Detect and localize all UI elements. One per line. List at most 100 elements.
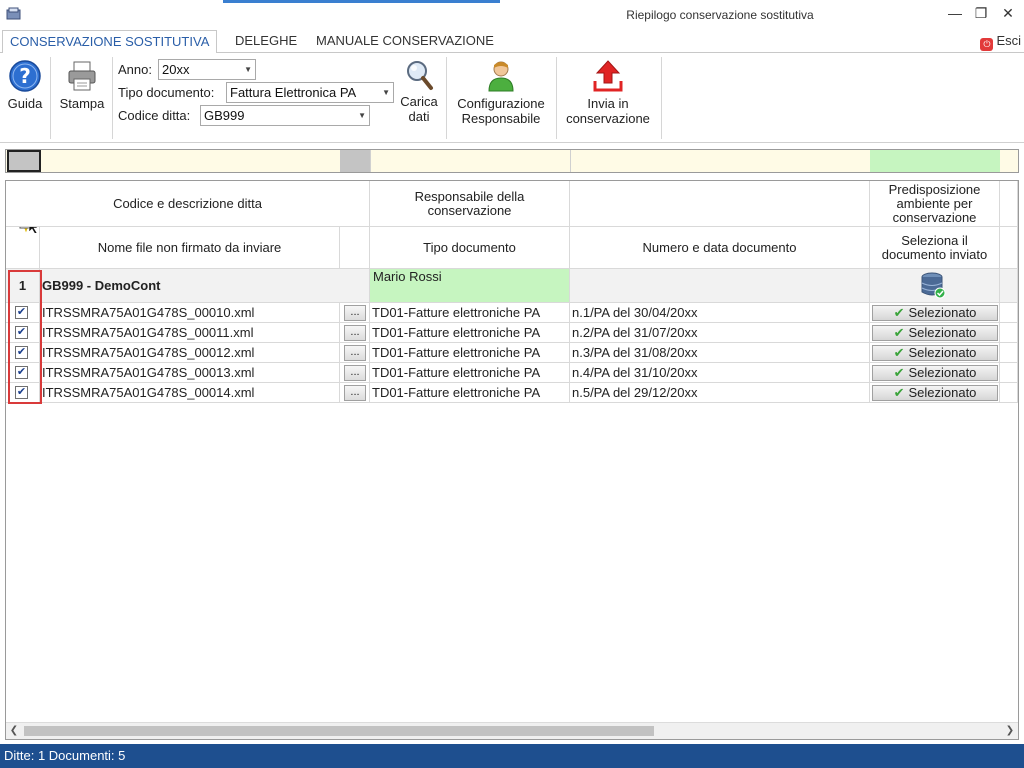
window-title: Riepilogo conservazione sostitutiva [626, 8, 814, 22]
check-icon: ✔ [893, 325, 905, 340]
header-tipo-documento: Tipo documento [370, 227, 570, 269]
browse-button[interactable]: ... [344, 345, 366, 361]
browse-button[interactable]: ... [344, 325, 366, 341]
row-browse-cell: ... [340, 383, 370, 403]
row-select-cell: ✔ Selezionato [870, 303, 1000, 323]
ribbon-separator [661, 57, 662, 139]
row-tipo-documento: TD01-Fatture elettroniche PA [370, 383, 570, 403]
row-tipo-documento-text: TD01-Fatture elettroniche PA [372, 305, 541, 320]
magnifier-icon [407, 61, 433, 90]
svg-text:?: ? [19, 64, 31, 88]
row-numero-data-text: n.3/PA del 31/08/20xx [572, 345, 698, 360]
browse-button[interactable]: ... [344, 305, 366, 321]
row-tipo-documento: TD01-Fatture elettroniche PA [370, 343, 570, 363]
selezionato-label: Selezionato [908, 385, 977, 400]
invia-label-line1: Invia in [587, 96, 629, 111]
tipo-documento-select[interactable]: Fattura Elettronica PA ▼ [226, 82, 394, 103]
browse-button[interactable]: ... [344, 385, 366, 401]
invia-in-conservazione-button[interactable]: Invia in conservazione [560, 59, 656, 126]
row-file-name-text: ITRSSMRA75A01G478S_00010.xml [42, 305, 255, 320]
status-bar: Ditte: 1 Documenti: 5 [0, 744, 1024, 768]
selezionato-label: Selezionato [908, 365, 977, 380]
row-browse-cell: ... [340, 343, 370, 363]
header-select-all[interactable] [6, 227, 40, 269]
tab-manuale-conservazione[interactable]: MANUALE CONSERVAZIONE [309, 30, 501, 53]
row-filler [1000, 303, 1018, 323]
strip-green-cell [870, 150, 1000, 172]
title-accent-line [223, 0, 500, 3]
database-check-icon [921, 272, 946, 299]
configurazione-responsabile-button[interactable]: Configurazione Responsabile [450, 59, 552, 126]
selezionato-label: Selezionato [908, 325, 977, 340]
minimize-button[interactable]: — [944, 4, 966, 22]
checkbox-column-highlight [8, 270, 42, 404]
tab-conservazione-sostitutiva[interactable]: CONSERVAZIONE SOSTITUTIVA [2, 30, 218, 54]
group-ditta: GB999 - DemoCont [40, 269, 370, 303]
row-tipo-documento: TD01-Fatture elettroniche PA [370, 303, 570, 323]
selezionato-button[interactable]: ✔ Selezionato [872, 365, 998, 381]
scroll-right-icon[interactable]: ❯ [1002, 723, 1018, 739]
esci-button[interactable]: ⏻ Esci [980, 32, 1021, 51]
row-filler [1000, 343, 1018, 363]
row-tipo-documento-text: TD01-Fatture elettroniche PA [372, 365, 541, 380]
ribbon-tabs: CONSERVAZIONE SOSTITUTIVA DELEGHE MANUAL… [0, 30, 1024, 54]
carica-dati-button[interactable]: Carica dati [396, 59, 442, 124]
invia-label-line2: conservazione [566, 111, 650, 126]
header-numero-data: Numero e data documento [570, 227, 870, 269]
stampa-button[interactable]: Stampa [56, 59, 108, 111]
anno-select[interactable]: 20xx ▼ [158, 59, 256, 80]
scrollbar-thumb[interactable] [24, 726, 654, 736]
power-icon: ⏻ [980, 38, 994, 51]
row-file-name-text: ITRSSMRA75A01G478S_00013.xml [42, 365, 255, 380]
header-dots-col [340, 227, 370, 269]
row-numero-data-text: n.1/PA del 30/04/20xx [572, 305, 698, 320]
row-tipo-documento-text: TD01-Fatture elettroniche PA [372, 325, 541, 340]
scroll-left-icon[interactable]: ❮ [6, 723, 22, 739]
row-file-name: ITRSSMRA75A01G478S_00013.xml [40, 363, 340, 383]
row-numero-data: n.1/PA del 30/04/20xx [570, 303, 870, 323]
row-file-name-text: ITRSSMRA75A01G478S_00011.xml [42, 325, 254, 340]
group-responsabile[interactable]: Mario Rossi [370, 269, 570, 303]
stampa-label: Stampa [59, 96, 105, 111]
header-filler [1000, 227, 1018, 269]
codice-ditta-value: GB999 [204, 108, 245, 123]
strip-gray-cell [340, 150, 370, 172]
group-empty [570, 269, 870, 303]
row-tipo-documento: TD01-Fatture elettroniche PA [370, 323, 570, 343]
header-responsabile: Responsabile della conservazione [370, 181, 570, 227]
ribbon-separator [446, 57, 447, 139]
row-numero-data: n.3/PA del 31/08/20xx [570, 343, 870, 363]
row-numero-data: n.5/PA del 29/12/20xx [570, 383, 870, 403]
esci-label: Esci [996, 33, 1021, 48]
header-nome-file: Nome file non firmato da inviare [40, 227, 340, 269]
horizontal-scrollbar[interactable]: ❮ ❯ [6, 722, 1018, 739]
chevron-down-icon: ▼ [244, 65, 252, 74]
strip-selector-cell[interactable] [7, 150, 41, 172]
row-file-name-text: ITRSSMRA75A01G478S_00014.xml [42, 385, 255, 400]
tab-deleghe[interactable]: DELEGHE [228, 30, 304, 53]
anno-label: Anno: [118, 62, 152, 77]
restore-button[interactable]: ❐ [970, 4, 992, 22]
selezionato-button[interactable]: ✔ Selezionato [872, 345, 998, 361]
selezionato-button[interactable]: ✔ Selezionato [872, 325, 998, 341]
guida-button[interactable]: ? Guida [4, 59, 46, 111]
codice-ditta-select[interactable]: GB999 ▼ [200, 105, 370, 126]
selezionato-button[interactable]: ✔ Selezionato [872, 385, 998, 401]
row-file-name-text: ITRSSMRA75A01G478S_00012.xml [42, 345, 255, 360]
browse-button[interactable]: ... [344, 365, 366, 381]
help-icon: ? [9, 60, 41, 92]
carica-label-line1: Carica [400, 94, 438, 109]
close-button[interactable]: ✕ [997, 4, 1019, 22]
chevron-down-icon: ▼ [358, 111, 366, 120]
selezionato-label: Selezionato [908, 305, 977, 320]
row-filler [1000, 323, 1018, 343]
selezionato-button[interactable]: ✔ Selezionato [872, 305, 998, 321]
row-filler [1000, 363, 1018, 383]
header-seleziona: Seleziona il documento inviato [870, 227, 1000, 269]
row-numero-data: n.2/PA del 31/07/20xx [570, 323, 870, 343]
user-icon [488, 61, 514, 92]
header-empty [570, 181, 870, 227]
title-bar: Riepilogo conservazione sostitutiva — ❐ … [0, 0, 1024, 30]
group-predisposizione[interactable] [870, 269, 1000, 303]
row-numero-data-text: n.2/PA del 31/07/20xx [572, 325, 698, 340]
